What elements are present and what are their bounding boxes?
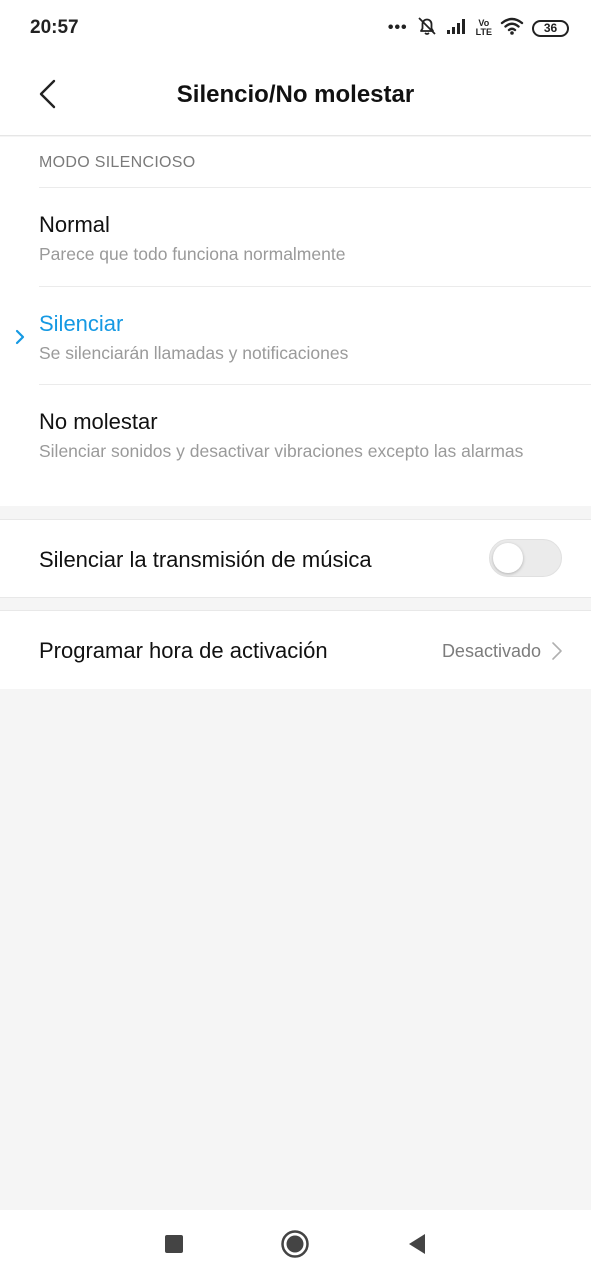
music-mute-toggle[interactable]: [489, 539, 562, 577]
option-no-molestar-subtitle: Silenciar sonidos y desactivar vibracion…: [39, 441, 524, 461]
schedule-label: Programar hora de activación: [39, 638, 328, 663]
option-normal-title: Normal: [39, 212, 110, 237]
selected-chevron-icon: [14, 328, 26, 351]
volte-lte-icon: Vo LTE: [476, 19, 492, 37]
page-title: Silencio/No molestar: [176, 81, 415, 108]
back-nav-button[interactable]: [399, 1228, 435, 1264]
recents-button[interactable]: [156, 1228, 192, 1264]
schedule-value: Desactivado: [441, 641, 541, 661]
notifications-off-icon: [416, 15, 438, 42]
option-normal-subtitle: Parece que todo funciona normalmente: [39, 244, 346, 264]
status-bar: 20:57 ••• Vo LTE 36: [0, 0, 591, 56]
section-label: MODO SILENCIOSO: [39, 154, 196, 171]
option-silenciar[interactable]: Silenciar Se silenciarán llamadas y noti…: [0, 287, 591, 384]
option-silenciar-subtitle: Se silenciarán llamadas y notificaciones: [39, 343, 349, 363]
lte-label: LTE: [475, 27, 492, 37]
signal-icon: [446, 17, 468, 40]
back-triangle-icon: [407, 1233, 427, 1260]
home-circle-icon: [280, 1229, 310, 1264]
status-icons: ••• Vo LTE 36: [388, 16, 569, 40]
music-mute-row[interactable]: Silenciar la transmisión de música: [0, 519, 591, 598]
navigation-bar: [0, 1210, 591, 1280]
chevron-right-icon: [551, 641, 563, 666]
option-silenciar-title: Silenciar: [39, 311, 124, 336]
recents-square-icon: [164, 1234, 184, 1259]
home-button[interactable]: [277, 1228, 313, 1264]
schedule-row[interactable]: Programar hora de activación Desactivado: [0, 610, 591, 689]
more-dots-icon: •••: [387, 19, 408, 36]
battery-icon: 36: [532, 19, 569, 37]
screen: 20:57 ••• Vo LTE 36 Silencio/No molestar…: [0, 0, 591, 1280]
option-no-molestar[interactable]: No molestar Silenciar sonidos y desactiv…: [0, 385, 591, 506]
option-normal[interactable]: Normal Parece que todo funciona normalme…: [0, 188, 591, 286]
toggle-knob: [493, 543, 523, 573]
status-time: 20:57: [30, 17, 79, 38]
option-no-molestar-title: No molestar: [39, 409, 158, 434]
music-mute-label: Silenciar la transmisión de música: [39, 547, 372, 572]
app-header: Silencio/No molestar: [0, 56, 591, 136]
wifi-icon: [500, 16, 524, 41]
